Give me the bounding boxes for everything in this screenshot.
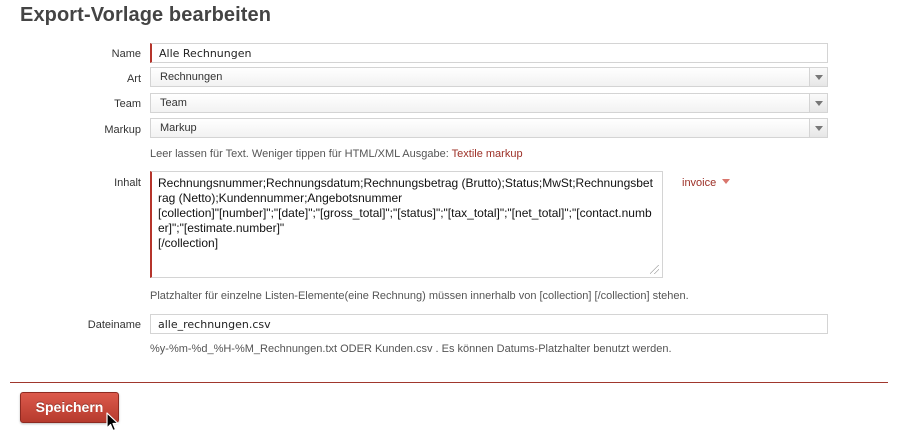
chevron-down-icon [809,94,827,112]
form-divider [10,382,888,383]
dateiname-label: Dateiname [87,319,141,331]
markup-hint: Leer lassen für Text. Weniger tippen für… [150,148,523,160]
inhalt-textarea-wrapper: Rechnungsnummer;Rechnungsdatum;Rechnungs… [150,171,663,278]
inhalt-textarea[interactable]: Rechnungsnummer;Rechnungsdatum;Rechnungs… [152,172,662,277]
art-select[interactable]: Rechnungen [150,67,828,87]
markup-label: Markup [104,124,141,136]
team-select[interactable]: Team [150,93,828,113]
name-label: Name [111,48,141,60]
team-label: Team [114,98,141,110]
name-input[interactable] [150,43,828,63]
triangle-down-icon [722,179,731,184]
resize-handle-icon[interactable] [650,265,659,274]
chevron-down-icon [809,119,827,137]
markup-hint-text: Leer lassen für Text. Weniger tippen für… [150,148,452,160]
inhalt-label: Inhalt [114,177,141,189]
placeholder-menu-invoice[interactable]: invoice [682,177,731,189]
mouse-cursor-icon [106,412,119,432]
page-title: Export-Vorlage bearbeiten [20,4,272,26]
dateiname-hint: %y-%m-%d_%H-%M_Rechnungen.txt ODER Kunde… [150,343,672,355]
placeholder-menu-label: invoice [682,177,717,189]
textile-markup-link[interactable]: Textile markup [452,148,523,160]
markup-select[interactable]: Markup [150,118,828,138]
save-button[interactable]: Speichern [20,392,119,423]
chevron-down-icon [809,68,827,86]
team-select-value: Team [160,97,187,109]
art-label: Art [126,73,141,85]
inhalt-hint: Platzhalter für einzelne Listen-Elemente… [150,290,689,302]
markup-select-value: Markup [160,122,197,134]
dateiname-input[interactable] [150,314,828,334]
art-select-value: Rechnungen [160,71,223,83]
